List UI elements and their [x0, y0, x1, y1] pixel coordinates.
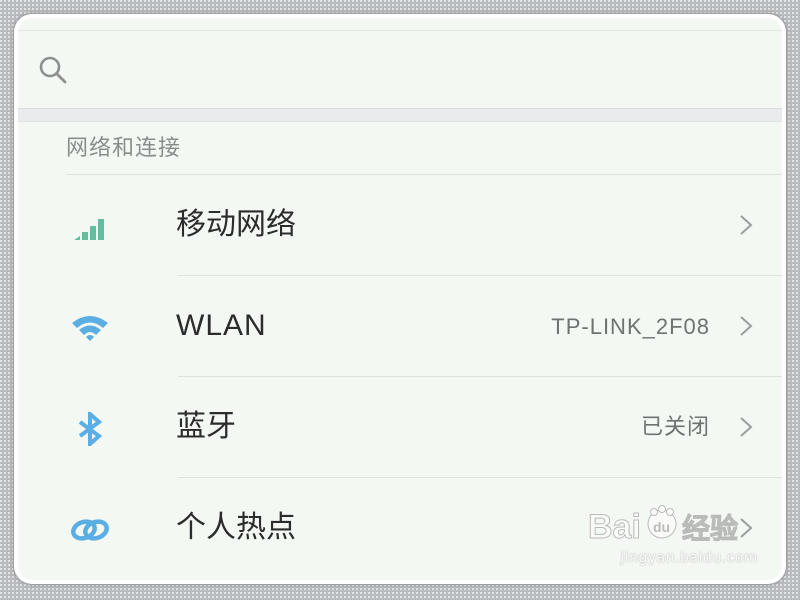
- bluetooth-status: 已关闭: [640, 415, 710, 440]
- baidu-logo-icon: Bai du 经验: [588, 505, 739, 547]
- row-label-bluetooth: 蓝牙: [176, 409, 236, 444]
- row-label-wlan: WLAN: [176, 309, 267, 342]
- row-mobile-network[interactable]: 移动网络: [18, 175, 782, 276]
- wlan-network-name: TP-LINK_2F08: [551, 314, 710, 339]
- search-icon[interactable]: [36, 53, 70, 87]
- search-divider: [18, 108, 782, 122]
- svg-text:du: du: [653, 519, 670, 535]
- row-wlan[interactable]: WLAN TP-LINK_2F08: [18, 276, 782, 377]
- chevron-right-icon: [740, 215, 753, 235]
- row-label-mobile-network: 移动网络: [176, 207, 296, 242]
- photo-frame: 网络和连接 移动网络 WLAN TP-LINK_2F08 蓝牙 已关闭 个人热点…: [14, 14, 786, 584]
- svg-text:经验: 经验: [682, 512, 738, 545]
- watermark-url: jingyan.baidu.com: [620, 550, 758, 566]
- signal-bars-icon: [70, 207, 110, 247]
- wifi-icon: [70, 308, 110, 348]
- row-label-personal-hotspot: 个人热点: [176, 510, 296, 545]
- hotspot-link-icon: [70, 510, 110, 550]
- chevron-right-icon: [740, 316, 753, 336]
- settings-screen: 网络和连接 移动网络 WLAN TP-LINK_2F08 蓝牙 已关闭 个人热点…: [18, 18, 782, 580]
- baidu-watermark: Bai du 经验 jingyan.baidu.com: [588, 500, 758, 566]
- section-title: 网络和连接: [66, 136, 182, 161]
- chevron-right-icon: [740, 417, 753, 437]
- svg-text:Bai: Bai: [588, 508, 641, 546]
- row-bluetooth[interactable]: 蓝牙 已关闭: [18, 377, 782, 478]
- bluetooth-icon: [70, 409, 110, 449]
- search-bar[interactable]: [18, 30, 782, 109]
